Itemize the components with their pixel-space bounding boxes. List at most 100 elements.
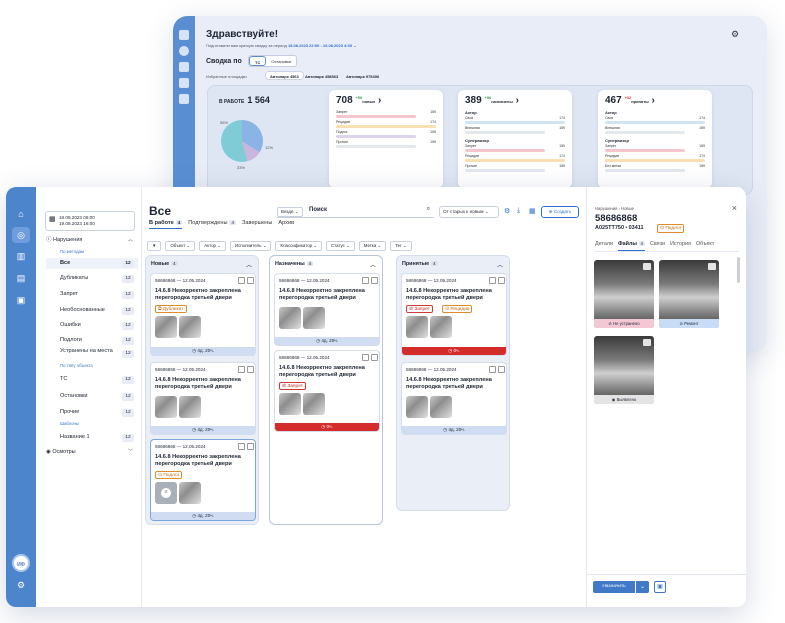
settings-icon[interactable]: ⚙ [16, 580, 26, 590]
search-icon[interactable]: ⌕ [427, 206, 430, 213]
download-icon[interactable]: ⤓ [517, 207, 520, 215]
photo-thumbnail[interactable] [155, 316, 177, 338]
building-icon[interactable] [179, 62, 189, 72]
sidebar-item-errors[interactable]: Ошибки 12 [46, 320, 138, 331]
bar-chart-icon[interactable]: ▤ [16, 273, 26, 283]
photo-thumbnail[interactable] [303, 307, 325, 329]
photo-thumbnail[interactable] [303, 393, 325, 415]
image-icon[interactable] [498, 277, 505, 284]
settings-icon[interactable]: ⚙ [504, 207, 510, 215]
filter-icon[interactable]: ▼ [147, 241, 162, 251]
photo-thumbnail[interactable] [430, 316, 452, 338]
home-icon[interactable] [179, 30, 189, 40]
sidebar-item-all[interactable]: Все 12 [46, 258, 138, 269]
chevron-down-icon[interactable]: ﹀ [128, 448, 133, 456]
image-icon[interactable] [371, 354, 378, 361]
sidebar-item-forgeries[interactable]: Подлоги 12 [46, 335, 138, 346]
period-selector[interactable]: 18.08.2023 22:00 - 19.08.2023 4:00 [288, 43, 352, 48]
layout-icon[interactable]: ▦ [529, 207, 536, 215]
summary-card-assigned[interactable]: 389 +56назначены › Актор Своя 174 Внешняя… [458, 90, 572, 188]
tab-in-work[interactable]: В работе 4 [149, 220, 183, 229]
bookmark-icon[interactable] [238, 366, 245, 373]
filter-classifier[interactable]: Классификатор ⌄ [275, 241, 322, 251]
tab-confirmed[interactable]: Подтверждены 4 [188, 220, 237, 229]
tab-links[interactable]: Связи [650, 241, 665, 251]
avatar[interactable]: ИФ [12, 554, 30, 572]
document-icon[interactable]: ▣ [16, 295, 26, 305]
violation-card[interactable]: 58686868 — 12.05.2024 14.6.8 Некорректно… [274, 350, 380, 432]
filter-status[interactable]: Статус ⌄ [326, 241, 355, 251]
violation-card-selected[interactable]: 58686868 — 12.05.2024 14.6.8 Некорректно… [150, 439, 256, 521]
photo-thumbnail[interactable] [406, 316, 428, 338]
close-icon[interactable]: × [732, 203, 737, 213]
chevron-up-icon[interactable]: ︿ [246, 260, 252, 269]
scrollbar[interactable] [737, 257, 740, 283]
image-icon[interactable] [247, 366, 254, 373]
date-range-picker[interactable]: ▦ 18.08.2023 05:00 19.08.2023 16:00 [45, 211, 135, 231]
bookmark-icon[interactable] [489, 277, 496, 284]
group-inspections[interactable]: ◉ Осмотры ﹀ [46, 448, 133, 456]
photo-thumbnail[interactable] [406, 396, 428, 418]
tab-details[interactable]: Детали [595, 241, 613, 251]
building-icon[interactable]: ▥ [16, 251, 26, 261]
sidebar-item-ts[interactable]: ТС 12 [46, 374, 138, 385]
bookmark-icon[interactable] [238, 277, 245, 284]
sidebar-item-template[interactable]: Название 1 12 [46, 432, 138, 443]
check-icon[interactable] [179, 46, 189, 56]
chevron-down-icon[interactable]: ⌄ [636, 581, 649, 593]
chevron-down-icon[interactable]: ⌄ [353, 43, 356, 48]
fleet-chip[interactable]: Автопарк 975496 [341, 71, 384, 80]
sidebar-item-stops[interactable]: Остановки 12 [46, 391, 138, 402]
fleet-chip[interactable]: Автопарк 4563 [265, 71, 304, 80]
photo-thumbnail[interactable] [279, 307, 301, 329]
segment-ts[interactable]: ТС [249, 56, 267, 66]
sort-select[interactable]: От старых к новым ⌄ [439, 206, 499, 218]
bookmark-icon[interactable] [489, 366, 496, 373]
tab-history[interactable]: История [670, 241, 691, 251]
sidebar-item-unfounded[interactable]: Необоснованные 12 [46, 305, 138, 316]
file-photo[interactable]: ⊘ Не устранено [594, 260, 654, 328]
group-violations[interactable]: ⓘ Нарушения ︿ [46, 236, 133, 244]
bookmark-icon[interactable] [238, 443, 245, 450]
image-icon[interactable] [247, 277, 254, 284]
filter-executor[interactable]: Исполнитель ⌄ [229, 241, 272, 251]
violation-card[interactable]: 58686868 — 12.05.2024 14.6.8 Некорректно… [401, 362, 507, 435]
bookmark-icon[interactable] [362, 354, 369, 361]
summary-card-accepted[interactable]: 467 +32приняты › Актор Своя 174 Внешняя 15… [598, 90, 712, 188]
violation-card[interactable]: 58686868 — 12.05.2024 14.6.8 Некорректно… [401, 273, 507, 356]
bookmark-icon[interactable] [362, 277, 369, 284]
filter-tag[interactable]: Тег ⌄ [390, 241, 412, 251]
save-icon[interactable]: ▣ [654, 581, 666, 593]
assign-button[interactable]: Назначить [593, 581, 635, 593]
photo-thumbnail[interactable] [279, 393, 301, 415]
tab-completed[interactable]: Завершены [242, 220, 272, 229]
search-input[interactable]: Поиск [309, 207, 327, 213]
close-icon[interactable]: × [161, 488, 171, 498]
home-icon[interactable]: ⌂ [16, 209, 26, 219]
segment-stops[interactable]: Остановки [266, 56, 296, 66]
fleet-chip[interactable]: Автопарк 458563 [300, 71, 343, 80]
summary-card-new[interactable]: 708 +56новых › Запрет 159 Рецидив 174 Подл… [329, 90, 443, 188]
chevron-up-icon[interactable]: ︿ [497, 260, 503, 269]
photo-thumbnail[interactable] [430, 396, 452, 418]
image-icon[interactable] [371, 277, 378, 284]
chevron-up-icon[interactable]: ︿ [370, 260, 376, 269]
sidebar-item-other[interactable]: Прочие 12 [46, 407, 138, 418]
file-photo[interactable]: ◉ Выявлено [594, 336, 654, 404]
sidebar-item-ban[interactable]: Запрет 12 [46, 289, 138, 300]
create-button[interactable]: ⊕ Создать [541, 206, 579, 218]
photo-thumbnail[interactable] [155, 396, 177, 418]
bar-chart-icon[interactable] [179, 78, 189, 88]
breadcrumb[interactable]: Нарушения › Новые [595, 206, 634, 211]
photo-thumbnail[interactable] [179, 316, 201, 338]
search-scope-select[interactable]: Везде ⌄ [277, 207, 303, 217]
photo-thumbnail[interactable] [179, 482, 201, 504]
gear-icon[interactable]: ⚙ [731, 29, 739, 40]
chevron-up-icon[interactable]: ︿ [128, 236, 133, 244]
photo-thumbnail[interactable] [179, 396, 201, 418]
image-icon[interactable] [247, 443, 254, 450]
sidebar-item-fixed[interactable]: Устранены на места 12 [46, 347, 138, 361]
filter-mark[interactable]: Метка ⌄ [358, 241, 387, 251]
filter-object[interactable]: Объект ⌄ [165, 241, 196, 251]
check-circle-icon[interactable]: ◎ [12, 227, 30, 243]
